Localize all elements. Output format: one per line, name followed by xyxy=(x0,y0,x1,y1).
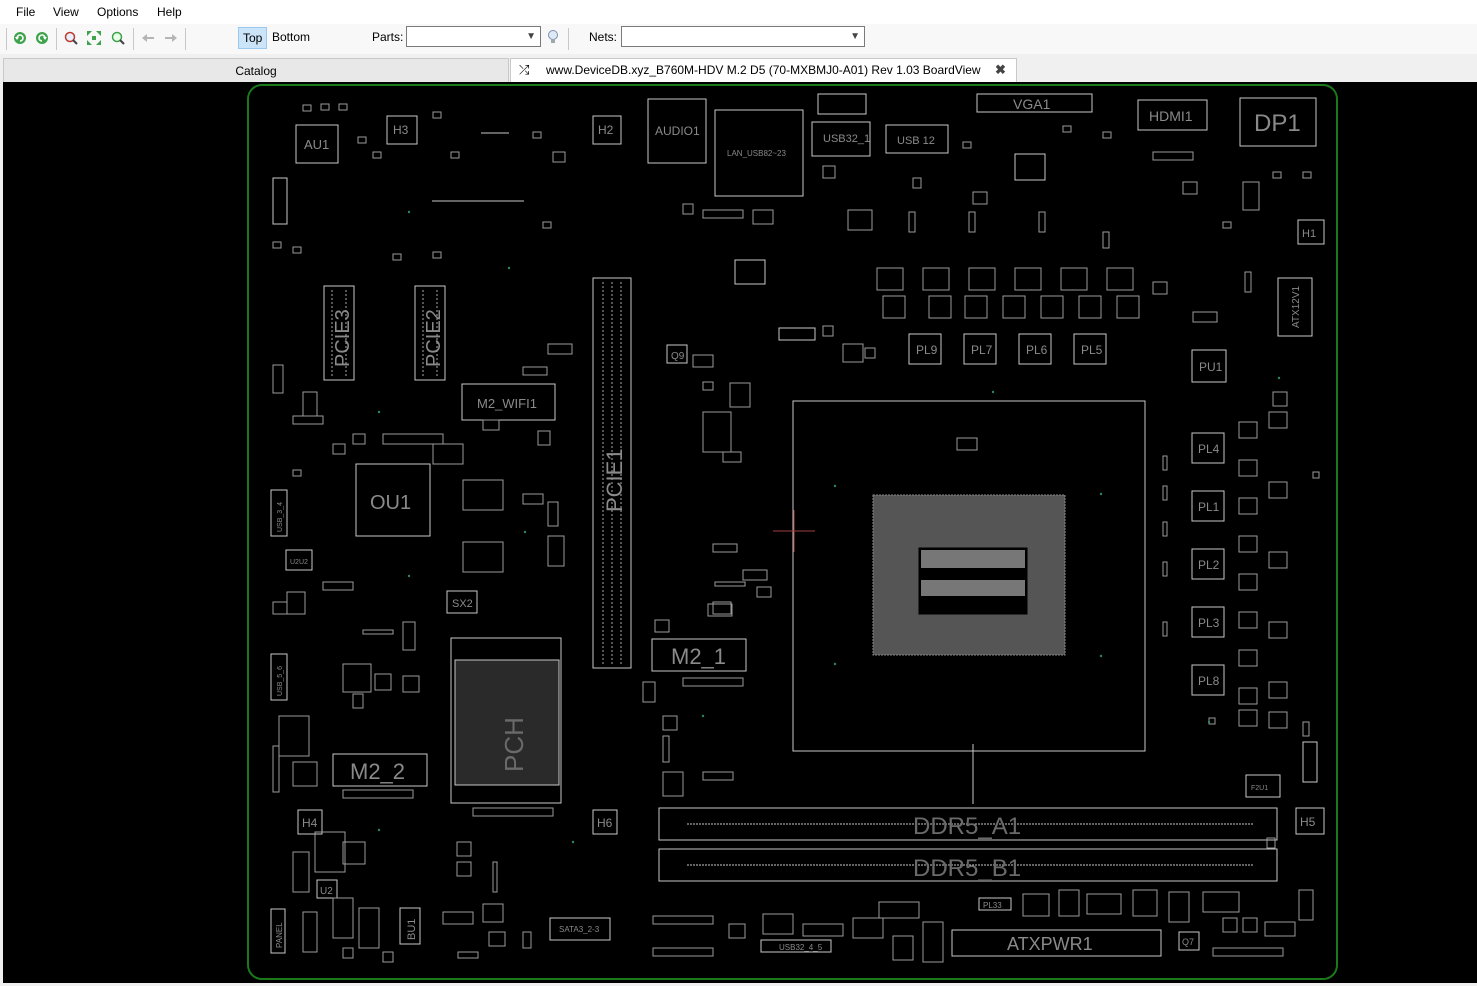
au1-label: AU1 xyxy=(304,137,329,152)
usb32-45-label: USB32_4_5 xyxy=(779,943,823,952)
ddr5-a1-label: DDR5_A1 xyxy=(913,813,1021,840)
fit-icon[interactable] xyxy=(86,30,102,46)
zoom-out-icon[interactable] xyxy=(110,30,126,46)
small-connector[interactable] xyxy=(272,177,288,225)
m2-wifi1-label: M2_WIFI1 xyxy=(477,396,537,411)
menu-options[interactable]: Options xyxy=(97,5,138,19)
usb12-label: USB 12 xyxy=(897,135,935,147)
h1-label: H1 xyxy=(1302,228,1316,240)
q7-label: Q7 xyxy=(1182,937,1194,947)
tab-catalog[interactable]: Catalog xyxy=(3,58,509,82)
pl2-label: PL2 xyxy=(1198,558,1220,572)
menu-file[interactable]: File xyxy=(16,5,35,19)
vga-ic-component[interactable] xyxy=(1014,153,1046,181)
pl6-label: PL6 xyxy=(1026,343,1048,357)
labels: AU1 H3 H2 AUDIO1 LAN_USB82~23 USB32_1 US… xyxy=(275,96,1316,954)
pl8-label: PL8 xyxy=(1198,674,1220,688)
dp1-label: DP1 xyxy=(1254,110,1301,137)
vga1-label: VGA1 xyxy=(1013,96,1051,112)
menu-bar: File View Options Help xyxy=(0,0,1477,24)
cursor-crosshair xyxy=(773,510,815,552)
pcie1-label: PCIE1 xyxy=(602,448,627,512)
small-connector[interactable] xyxy=(1302,741,1318,783)
h5-label: H5 xyxy=(1300,815,1316,829)
h2-label: H2 xyxy=(598,123,614,137)
m2-2-label: M2_2 xyxy=(350,759,405,784)
pl5-label: PL5 xyxy=(1081,343,1103,357)
f2u1-label: F2U1 xyxy=(1251,785,1268,792)
pu1-label: PU1 xyxy=(1199,360,1223,374)
toolbar-separator xyxy=(185,28,186,50)
chevron-down-icon: ▼ xyxy=(526,31,536,42)
ddr5-b1-label: DDR5_B1 xyxy=(913,855,1021,882)
bu1-label: BU1 xyxy=(406,919,418,940)
zoom-in-icon[interactable] xyxy=(63,30,79,46)
tab-catalog-label: Catalog xyxy=(235,64,277,78)
panel-label: PANEL xyxy=(275,922,284,948)
rsu1-component[interactable] xyxy=(734,259,766,285)
h4-label: H4 xyxy=(302,816,318,830)
menu-help[interactable]: Help xyxy=(157,5,182,19)
pl7-label: PL7 xyxy=(971,343,993,357)
audio1-label: AUDIO1 xyxy=(655,124,700,138)
small-component[interactable] xyxy=(778,327,816,341)
pl1-label: PL1 xyxy=(1198,500,1220,514)
parts-combo[interactable]: ▼ xyxy=(406,26,541,47)
pl33-label: PL33 xyxy=(983,901,1002,910)
pl3-label: PL3 xyxy=(1198,616,1220,630)
bulb-icon[interactable] xyxy=(545,29,561,45)
shuffle-icon: ⤮ xyxy=(519,62,530,77)
rotate-right-icon[interactable] xyxy=(34,30,50,46)
close-icon[interactable]: ✖ xyxy=(995,59,1006,81)
toolbar-separator xyxy=(56,28,57,50)
rotate-left-icon[interactable] xyxy=(12,30,28,46)
tab-boardview[interactable]: ⤮ www.DeviceDB.xyz_B760M-HDV M.2 D5 (70-… xyxy=(510,58,1017,82)
sx2-label: SX2 xyxy=(452,598,473,610)
pcie3-label: PCIE3 xyxy=(332,309,354,367)
h3-label: H3 xyxy=(393,123,409,137)
h6-label: H6 xyxy=(597,816,613,830)
usb32-1-label: USB32_1 xyxy=(823,133,870,145)
m2-1-label: M2_1 xyxy=(671,644,726,669)
forward-arrow-icon[interactable] xyxy=(163,30,179,46)
cpu-inner-pads xyxy=(921,580,1025,596)
toolbar-grip xyxy=(6,28,7,50)
pch-label: PCH xyxy=(499,717,529,772)
pl9-label: PL9 xyxy=(916,343,938,357)
tab-boardview-label: www.DeviceDB.xyz_B760M-HDV M.2 D5 (70-MX… xyxy=(546,63,981,77)
top-side-button[interactable]: Top xyxy=(238,27,268,49)
pcie2-label: PCIE2 xyxy=(423,309,445,367)
usb34-label: USB_3_4 xyxy=(277,502,284,532)
usb32-top-component[interactable] xyxy=(817,93,867,115)
chevron-down-icon: ▼ xyxy=(850,31,860,42)
q9-label: Q9 xyxy=(671,351,685,362)
u2u2-label: U2U2 xyxy=(290,559,308,566)
ou1-label: OU1 xyxy=(370,492,411,514)
back-arrow-icon[interactable] xyxy=(140,30,156,46)
cpu-inner-pads xyxy=(921,550,1025,568)
menu-view[interactable]: View xyxy=(53,5,79,19)
bottom-side-button[interactable]: Bottom xyxy=(268,27,314,47)
parts-label: Parts: xyxy=(372,30,404,44)
board-viewer[interactable]: AU1 H3 H2 AUDIO1 LAN_USB82~23 USB32_1 US… xyxy=(3,82,1477,983)
lan-usb-label: LAN_USB82~23 xyxy=(727,149,786,158)
u2-label: U2 xyxy=(320,886,333,897)
hdmi1-label: HDMI1 xyxy=(1149,108,1193,124)
pl4-label: PL4 xyxy=(1198,442,1220,456)
nets-combo[interactable]: ▼ xyxy=(621,26,865,47)
atxpwr1-label: ATXPWR1 xyxy=(1007,934,1093,954)
nets-label: Nets: xyxy=(589,30,618,44)
atx12v1-label: ATX12V1 xyxy=(1291,286,1302,328)
usb56-label: USB_5_6 xyxy=(277,666,284,696)
sata3-label: SATA3_2-3 xyxy=(559,925,600,934)
board-canvas[interactable]: AU1 H3 H2 AUDIO1 LAN_USB82~23 USB32_1 US… xyxy=(3,82,1477,983)
toolbar-separator xyxy=(133,28,134,50)
toolbar-separator xyxy=(568,28,569,50)
